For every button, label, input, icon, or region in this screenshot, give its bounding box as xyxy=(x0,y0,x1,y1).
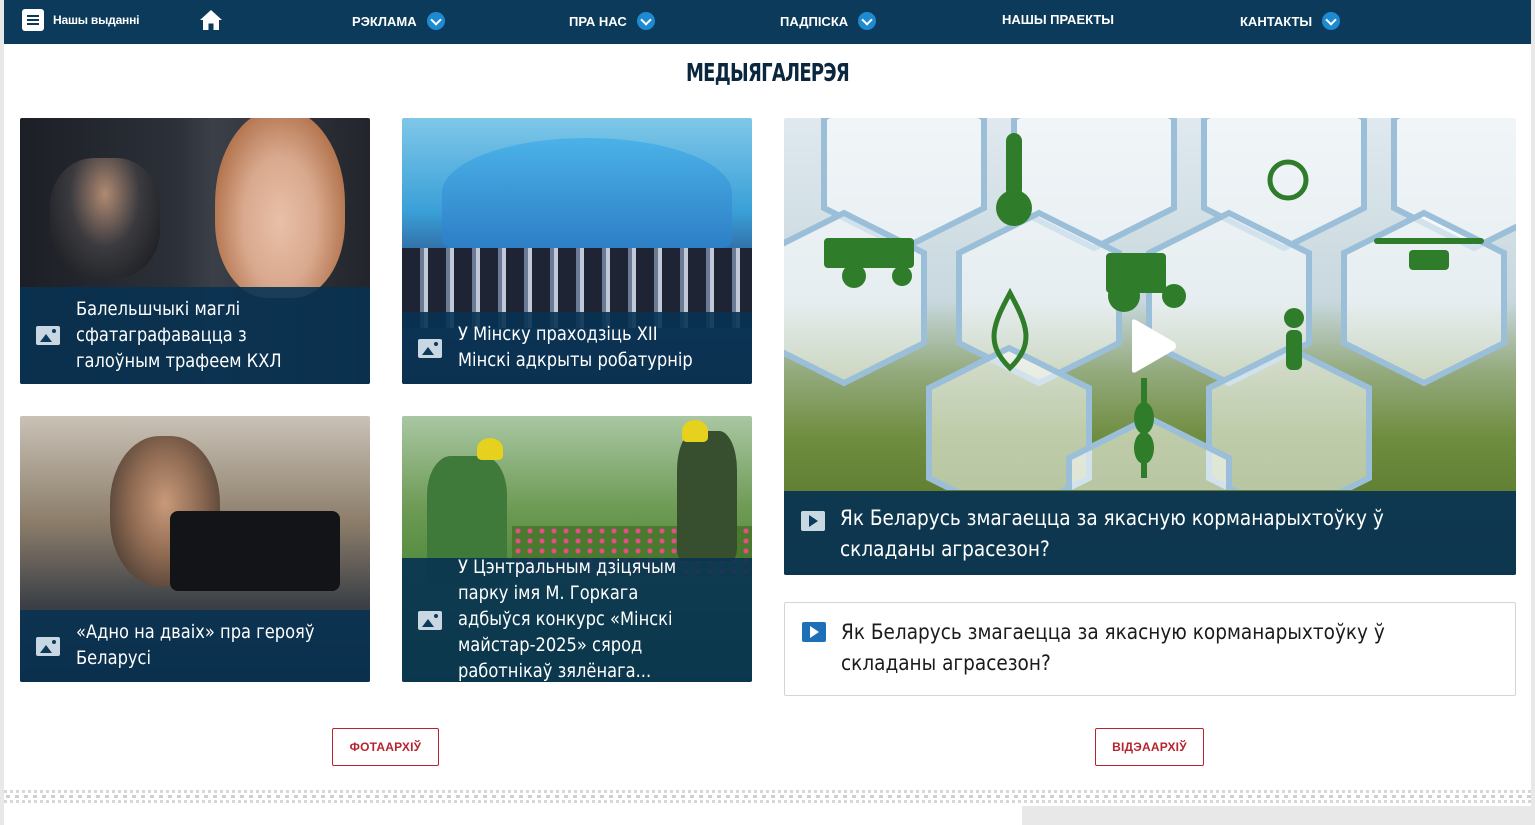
nav-item-label: НАШЫ ПРАЕКТЫ xyxy=(1002,12,1115,27)
photo-card-khl[interactable]: Балельшчыкі маглі сфатаграфавацца з гало… xyxy=(20,118,370,384)
video-hero-card[interactable]: Як Беларусь змагаецца за якасную кормана… xyxy=(784,118,1516,575)
video-list-item[interactable]: Як Беларусь змагаецца за якасную кормана… xyxy=(784,602,1516,696)
nav-item-label: РЭКЛАМА xyxy=(352,13,417,29)
nav-item-label: ПАДПІСКА xyxy=(780,13,849,29)
nav-item-about[interactable]: ПРА НАС xyxy=(569,12,655,30)
nav-item-subscription[interactable]: ПАДПІСКА xyxy=(780,12,877,30)
image-icon xyxy=(418,610,442,630)
video-icon xyxy=(802,622,826,642)
image-icon xyxy=(418,338,442,358)
card-title: У Цэнтральным дзіцячым парку імя М. Горк… xyxy=(458,557,677,682)
image-icon xyxy=(36,326,60,345)
chevron-down-icon xyxy=(426,12,445,30)
photo-card-park-contest[interactable]: У Цэнтральным дзіцячым парку імя М. Горк… xyxy=(402,416,752,682)
video-icon xyxy=(801,511,825,531)
section-title: МЕДЫЯГАЛЕРЭЯ xyxy=(685,58,850,87)
video-archive-button[interactable]: ВІДЭААРХІЎ xyxy=(1095,728,1204,766)
card-title: У Мінску праходзіць XII Мінскі адкрыты р… xyxy=(458,324,693,371)
page-frame-right xyxy=(1531,0,1535,825)
card-caption: «Адно на дваіх» пра герояў Беларусі xyxy=(20,610,370,682)
video-list-title: Як Беларусь змагаецца за якасную кормана… xyxy=(841,620,1385,675)
home-icon[interactable] xyxy=(199,9,223,31)
video-hero-caption: Як Беларусь змагаецца за якасную кормана… xyxy=(784,491,1516,575)
footer-strip xyxy=(1022,806,1531,825)
photo-archive-button[interactable]: ФОТААРХІЎ xyxy=(332,728,439,766)
ornament-divider xyxy=(4,790,1531,804)
nav-item-label: КАНТАКТЫ xyxy=(1240,13,1313,29)
card-caption: Балельшчыкі маглі сфатаграфавацца з гало… xyxy=(20,287,370,384)
card-caption: У Цэнтральным дзіцячым парку імя М. Горк… xyxy=(402,557,752,682)
chevron-down-icon xyxy=(858,12,877,30)
photo-card-film[interactable]: «Адно на дваіх» пра герояў Беларусі xyxy=(20,416,370,682)
video-thumbnail-graphic xyxy=(784,118,1516,490)
video-hero-title: Як Беларусь змагаецца за якасную кормана… xyxy=(840,506,1384,561)
top-navigation: Нашы выданні РЭКЛАМА ПРА НАС ПАДПІСКА НА… xyxy=(4,0,1531,44)
card-title: «Адно на дваіх» пра герояў Беларусі xyxy=(76,622,315,669)
card-caption: У Мінску праходзіць XII Мінскі адкрыты р… xyxy=(402,312,752,384)
page-frame-left xyxy=(0,0,4,825)
nav-item-projects[interactable]: НАШЫ ПРАЕКТЫ xyxy=(1002,12,1114,27)
chevron-down-icon xyxy=(1322,12,1341,30)
publications-menu-button[interactable]: Нашы выданні xyxy=(22,9,139,31)
nav-item-contacts[interactable]: КАНТАКТЫ xyxy=(1240,12,1341,30)
hamburger-icon xyxy=(22,9,44,31)
publications-menu-label: Нашы выданні xyxy=(53,13,140,27)
image-icon xyxy=(36,636,60,656)
play-icon[interactable] xyxy=(1128,318,1178,374)
nav-item-advertising[interactable]: РЭКЛАМА xyxy=(352,12,445,30)
photo-card-robotournament[interactable]: У Мінску праходзіць XII Мінскі адкрыты р… xyxy=(402,118,752,384)
nav-item-label: ПРА НАС xyxy=(569,13,627,29)
chevron-down-icon xyxy=(636,12,655,30)
card-title: Балельшчыкі маглі сфатаграфавацца з гало… xyxy=(76,298,282,372)
